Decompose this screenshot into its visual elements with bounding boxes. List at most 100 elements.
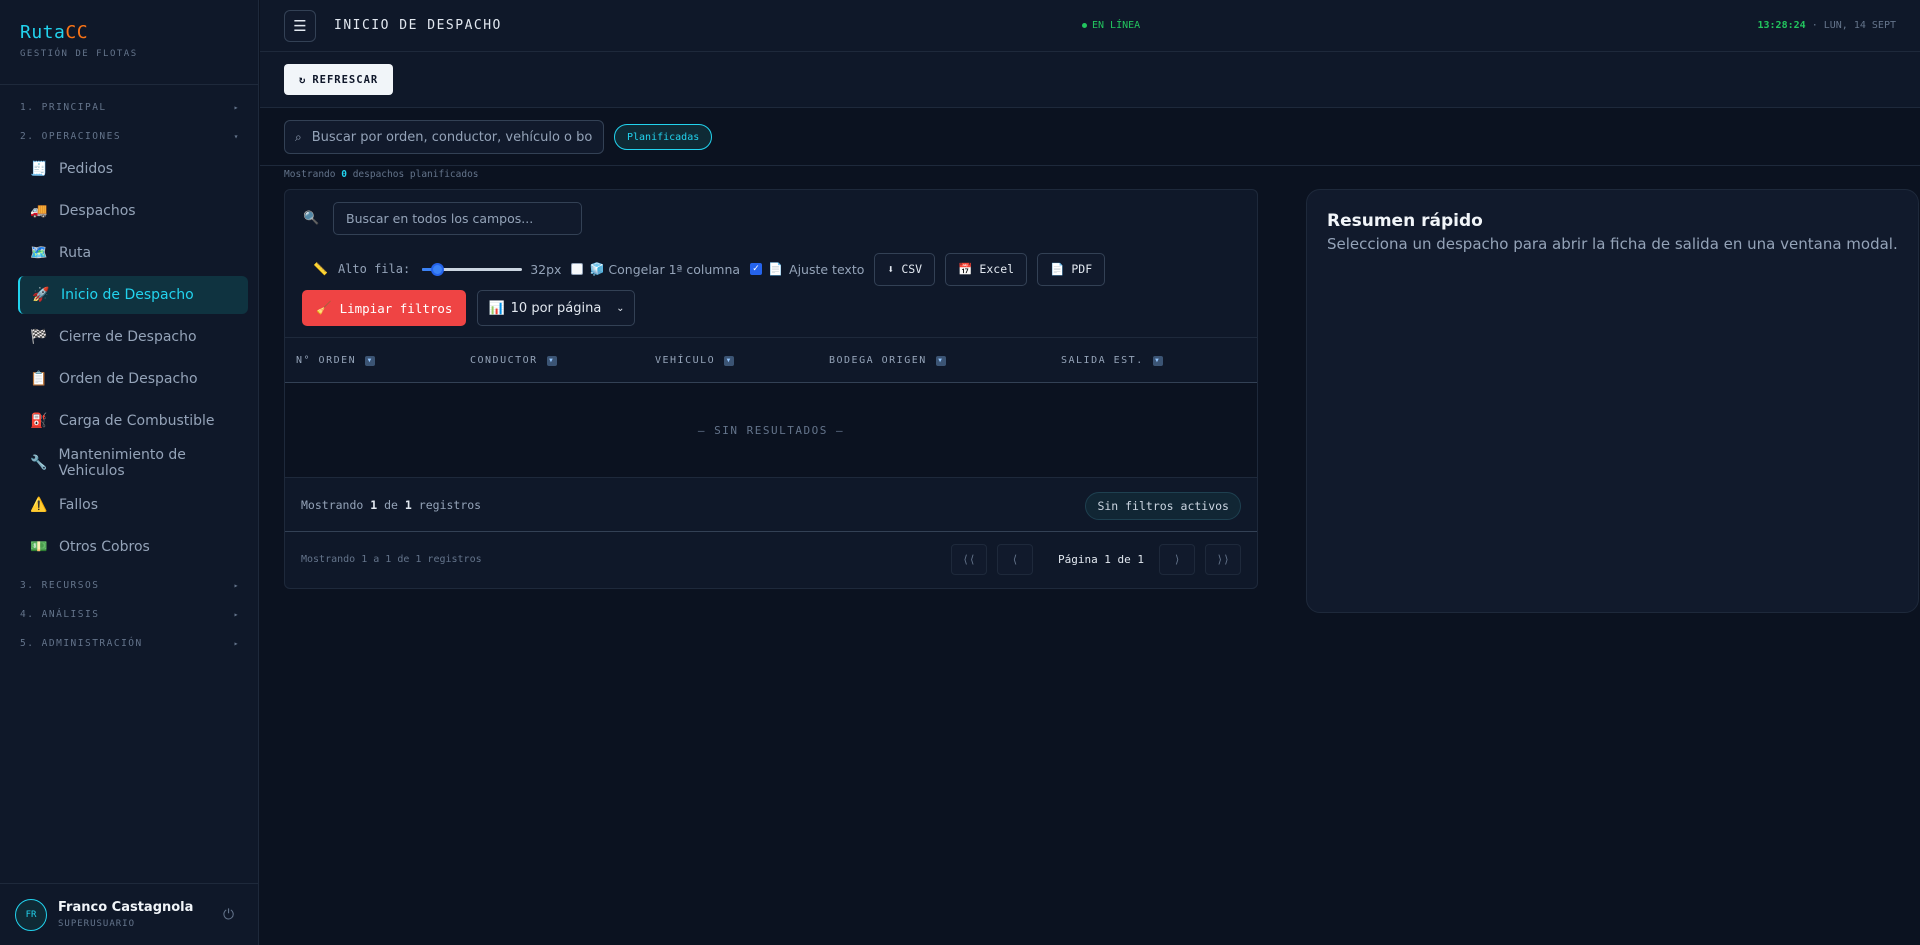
sidebar-item-otros-cobros[interactable]: 💵 Otros Cobros: [18, 528, 248, 566]
bar-chart-icon: 📊: [488, 300, 505, 316]
wrench-icon: 🔧: [30, 455, 48, 471]
refresh-button[interactable]: ↻ REFRESCAR: [284, 64, 394, 95]
user-box: FR Franco Castagnola SUPERUSUARIO ⏻: [0, 883, 259, 945]
slider-thumb[interactable]: [430, 263, 444, 276]
money-icon: 💵: [30, 539, 48, 555]
sidebar-item-label: Inicio de Despacho: [61, 287, 194, 303]
first-page-button[interactable]: ⟨⟨: [951, 544, 987, 575]
document-icon: 📄: [768, 262, 784, 276]
row-height-slider[interactable]: [422, 261, 523, 277]
warning-icon: ⚠️: [30, 497, 48, 513]
column-header-conductor[interactable]: CONDUCTOR ▼: [470, 355, 557, 366]
brand[interactable]: RutaCC GESTIÓN DE FLOTAS: [20, 22, 138, 59]
power-icon[interactable]: ⏻: [223, 907, 234, 923]
chevron-right-icon: ▸: [233, 103, 240, 112]
sidebar-item-despachos[interactable]: 🚚 Despachos: [18, 192, 248, 230]
next-page-button[interactable]: ⟩: [1159, 544, 1195, 575]
avatar[interactable]: FR: [15, 899, 47, 931]
broom-icon: 🧹: [316, 300, 332, 315]
pagination: Mostrando 1 a 1 de 1 registros ⟨⟨ ⟨ Pági…: [285, 532, 1257, 588]
record-count-value: 1: [370, 498, 378, 512]
sidebar-item-inicio-de-despacho[interactable]: 🚀 Inicio de Despacho: [18, 276, 248, 314]
table-header: N° ORDEN ▼ CONDUCTOR ▼ VEHÍCULO ▼ BODEGA…: [285, 337, 1257, 383]
column-filter-icon[interactable]: ▼: [546, 355, 557, 366]
sidebar-item-label: Ruta: [59, 245, 92, 261]
record-count-mid: de: [384, 498, 398, 512]
page-info: Página 1 de 1: [1057, 553, 1145, 566]
last-page-button[interactable]: ⟩⟩: [1205, 544, 1241, 575]
sidebar-item-label: Orden de Despacho: [59, 371, 198, 387]
truck-icon: 🚚: [30, 203, 48, 219]
brand-divider: [0, 84, 259, 85]
record-count-prefix: Mostrando: [301, 498, 364, 512]
pdf-icon: 📄: [1050, 262, 1065, 276]
sidebar-item-label: Despachos: [59, 203, 136, 219]
refresh-icon: ↻: [299, 73, 307, 86]
sidebar-item-fallos[interactable]: ⚠️ Fallos: [18, 486, 248, 524]
search-input[interactable]: ⌕ Buscar por orden, conductor, vehículo …: [284, 120, 604, 154]
download-icon: ⬇: [887, 262, 895, 276]
export-excel-button[interactable]: 📅 Excel: [945, 252, 1028, 286]
column-header-label: BODEGA ORIGEN: [829, 355, 927, 366]
calendar-icon: 📅: [958, 262, 973, 276]
chevron-right-icon: ▸: [233, 610, 240, 619]
filter-chip-planificadas[interactable]: Planificadas: [614, 124, 713, 150]
section-label: 4. ANÁLISIS: [20, 609, 100, 620]
search-placeholder: Buscar por orden, conductor, vehículo o …: [311, 129, 592, 145]
table-search-input[interactable]: Buscar en todos los campos...: [333, 202, 582, 235]
sidebar-item-ruta[interactable]: 🗺️ Ruta: [18, 234, 248, 272]
column-header-bodega-origen[interactable]: BODEGA ORIGEN ▼: [829, 355, 946, 366]
export-csv-button[interactable]: ⬇ CSV: [874, 252, 936, 286]
column-header-orden[interactable]: N° ORDEN ▼: [296, 355, 376, 366]
column-filter-icon[interactable]: ▼: [1152, 355, 1163, 366]
pagination-summary: Mostrando 1 a 1 de 1 registros: [301, 554, 482, 565]
column-header-salida-est[interactable]: SALIDA EST. ▼: [1061, 355, 1163, 366]
column-filter-icon[interactable]: ▼: [935, 355, 946, 366]
section-administracion[interactable]: 5. ADMINISTRACIÓN ▸: [20, 638, 240, 649]
ruler-icon: 📏: [313, 262, 328, 276]
freeze-column-checkbox[interactable]: [571, 263, 584, 275]
row-height-label: Alto fila:: [337, 262, 411, 276]
showing-count: Mostrando 0 despachos planificados: [284, 169, 479, 180]
sidebar-item-carga-de-combustible[interactable]: ⛽ Carga de Combustible: [18, 402, 248, 440]
toolbar: ↻ REFRESCAR: [260, 52, 1920, 108]
magnifier-icon: 🔍: [303, 211, 320, 226]
sidebar-item-cierre-de-despacho[interactable]: 🏁 Cierre de Despacho: [18, 318, 248, 356]
sidebar-item-orden-de-despacho[interactable]: 📋 Orden de Despacho: [18, 360, 248, 398]
export-pdf-button[interactable]: 📄 PDF: [1037, 252, 1106, 286]
column-header-vehiculo[interactable]: VEHÍCULO ▼: [655, 355, 735, 366]
section-operaciones[interactable]: 2. OPERACIONES ▾: [20, 131, 240, 142]
section-recursos[interactable]: 3. RECURSOS ▸: [20, 580, 240, 591]
wrap-text-checkbox[interactable]: ✓: [750, 263, 763, 275]
table-footer: Mostrando 1 de 1 registros Sin filtros a…: [285, 477, 1257, 532]
section-label: 2. OPERACIONES: [20, 131, 122, 142]
sidebar-item-mantenimiento-de-vehiculos[interactable]: 🔧 Mantenimiento de Vehiculos: [18, 444, 248, 482]
section-label: 3. RECURSOS: [20, 580, 100, 591]
summary-title: Resumen rápido: [1327, 211, 1483, 231]
sidebar-item-pedidos[interactable]: 🧾 Pedidos: [18, 150, 248, 188]
section-analisis[interactable]: 4. ANÁLISIS ▸: [20, 609, 240, 620]
top-bar: ☰ INICIO DE DESPACHO EN LÍNEA 13:28:24 ·…: [260, 0, 1920, 52]
export-excel-label: Excel: [979, 262, 1015, 276]
brand-name-a: Ruta: [20, 22, 66, 43]
column-filter-icon[interactable]: ▼: [724, 355, 735, 366]
refresh-label: REFRESCAR: [312, 73, 379, 86]
quick-summary-panel: Resumen rápido Selecciona un despacho pa…: [1306, 189, 1919, 613]
receipt-icon: 🧾: [30, 161, 48, 177]
chevron-down-icon: ⌄: [616, 302, 625, 314]
clear-filters-button[interactable]: 🧹 Limpiar filtros: [302, 290, 467, 326]
freeze-column-label: Congelar 1ª columna: [608, 261, 741, 277]
clock-date: · LUN, 14 SEPT: [1811, 20, 1896, 31]
page-size-select[interactable]: 📊 10 por página ⌄: [477, 290, 636, 326]
row-height-value: 32px: [530, 261, 562, 277]
column-filter-icon[interactable]: ▼: [365, 355, 376, 366]
sidebar-item-label: Otros Cobros: [59, 539, 150, 555]
status-indicator: EN LÍNEA: [1082, 20, 1140, 31]
prev-page-button[interactable]: ⟨: [997, 544, 1033, 575]
section-principal[interactable]: 1. PRINCIPAL ▸: [20, 102, 240, 113]
column-header-label: CONDUCTOR: [470, 355, 538, 366]
menu-button[interactable]: ☰: [284, 10, 316, 42]
sidebar-item-label: Pedidos: [59, 161, 114, 177]
column-header-label: VEHÍCULO: [655, 355, 716, 366]
sidebar: RutaCC GESTIÓN DE FLOTAS 1. PRINCIPAL ▸ …: [0, 0, 259, 945]
